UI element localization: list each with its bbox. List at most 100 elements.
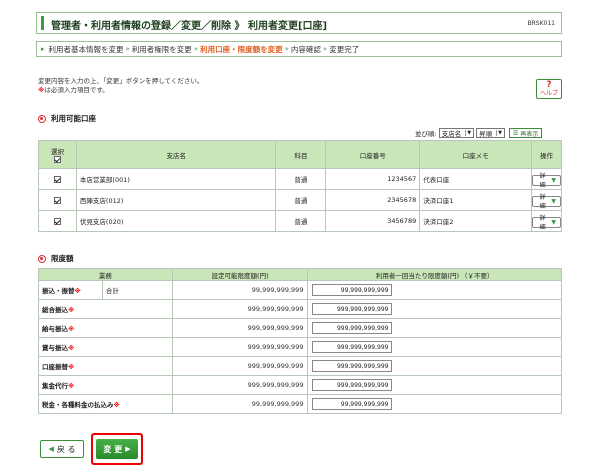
account-checkbox[interactable] [53, 175, 61, 183]
chevron-right-icon: ▶ [125, 445, 131, 453]
instruction-line: 変更内容を入力の上、「変更」ボタンを押してください。 [38, 77, 204, 85]
sort-order-select[interactable]: 昇順 ▼ [476, 128, 505, 138]
number-cell: 2345678 [325, 189, 421, 211]
number-cell: 1234567 [325, 168, 421, 190]
settable-amount: 999,999,999,999 [171, 375, 309, 395]
table-row: 口座振替※ 999,999,999,999 999,999,999,999 [38, 356, 562, 376]
table-header-row: 業務 設定可能限度額(円) 利用者一回当たり限度額(円) （￥不要） [38, 268, 562, 281]
required-mark: ※ [68, 325, 75, 333]
limits-section-title: 限度額 [38, 253, 74, 264]
detail-button[interactable]: 詳 細 ▼ [531, 194, 561, 210]
screen-id: BRSK011 [527, 20, 555, 27]
table-row: 西陣支店(012) 普通 2345678 決済口座1 詳 細 ▼ [38, 189, 563, 211]
detail-label: 詳 細 [539, 215, 546, 232]
select-all-checkbox[interactable] [53, 156, 61, 163]
limit-input[interactable]: 999,999,999,999 [312, 379, 393, 391]
step-confirm: 内容確認 [290, 44, 321, 54]
table-row: 伏見支店(020) 普通 3456789 決済口座2 詳 細 ▼ [38, 210, 563, 232]
required-mark: ※ [68, 306, 75, 314]
required-note: ※は必須入力項目です。 [38, 86, 203, 95]
limit-label: 給与振込 [42, 325, 68, 333]
sort-field-value: 支店名 [441, 130, 462, 138]
required-mark: ※ [113, 401, 120, 409]
account-checkbox[interactable] [53, 217, 61, 225]
memo-cell: 代表口座 [419, 168, 532, 190]
limit-input[interactable]: 99,999,999,999 [312, 398, 393, 410]
select-column-header: 選択 [38, 140, 77, 169]
detail-button[interactable]: 詳 細 ▼ [531, 215, 561, 231]
type-column-header: 科目 [275, 140, 327, 169]
chevron-down-icon: ▼ [551, 218, 556, 226]
number-cell: 3456789 [325, 210, 421, 232]
title-accent-bar [41, 16, 44, 30]
table-row: 振込・振替※ 合計 99,999,999,999 99,999,999,999 [38, 280, 562, 300]
business-column-header: 業務 [38, 268, 173, 281]
redisplay-button[interactable]: ☰ 再表示 [508, 128, 543, 138]
step-arrow-icon: » [125, 45, 130, 53]
limits-section-label: 限度額 [51, 254, 74, 263]
section-bullet-icon [38, 254, 46, 263]
chevron-down-icon: ▼ [551, 176, 556, 184]
type-cell: 普通 [275, 189, 327, 211]
table-header-row: 選択 支店名 科目 口座番号 口座メモ 操作 [38, 140, 563, 169]
settable-amount: 999,999,999,999 [171, 299, 309, 319]
step-basic-info: 利用者基本情報を変更 [48, 44, 124, 54]
table-row: 本店営業部(001) 普通 1234567 代表口座 詳 細 ▼ [38, 168, 563, 190]
back-label: 戻 る [56, 444, 76, 454]
chevron-down-icon: ▼ [496, 130, 502, 136]
step-arrow-icon: » [322, 45, 328, 53]
type-cell: 普通 [275, 210, 327, 232]
limit-input[interactable]: 99,999,999,999 [312, 284, 393, 296]
limit-input[interactable]: 999,999,999,999 [312, 360, 393, 372]
step-arrow-icon: » [284, 45, 289, 53]
settable-column-header: 設定可能限度額(円) [171, 268, 309, 281]
settable-amount: 99,999,999,999 [171, 394, 309, 414]
table-row: 総合振込※ 999,999,999,999 999,999,999,999 [38, 299, 562, 319]
memo-column-header: 口座メモ [419, 140, 532, 169]
detail-label: 詳 細 [539, 173, 546, 190]
limit-label: 総合振込 [42, 306, 68, 314]
branch-cell: 西陣支店(012) [75, 189, 277, 211]
required-mark: ※ [68, 382, 75, 390]
limit-label: 税金・各種料金の払込み [42, 401, 114, 409]
accounts-table: 選択 支店名 科目 口座番号 口座メモ 操作 本店営業部(001) 普通 123… [38, 140, 563, 232]
step-indicator: ▸ 利用者基本情報を変更 » 利用者権限を変更 » 利用口座・限度額を変更 » … [36, 41, 562, 57]
limit-input[interactable]: 999,999,999,999 [312, 303, 393, 315]
table-row: 集金代行※ 999,999,999,999 999,999,999,999 [38, 375, 562, 395]
limits-table: 業務 設定可能限度額(円) 利用者一回当たり限度額(円) （￥不要） 振込・振替… [38, 268, 562, 414]
branch-cell: 本店営業部(001) [75, 168, 277, 190]
sort-field-select[interactable]: 支店名 ▼ [438, 128, 475, 138]
limit-label: 賞与振込 [42, 344, 68, 352]
step-complete: 変更完了 [329, 44, 360, 54]
limit-sub-label: 合計 [101, 280, 173, 300]
required-mark: ※ [68, 363, 75, 371]
branch-column-header: 支店名 [75, 140, 277, 169]
limit-label: 口座振替 [42, 363, 68, 371]
step-arrow-icon: » [193, 45, 199, 53]
back-button[interactable]: ◀ 戻 る [40, 440, 84, 458]
limit-label: 振込・振替 [42, 287, 75, 295]
accounts-section-label: 利用可能口座 [51, 114, 96, 123]
step-accounts-limits: 利用口座・限度額を変更 [200, 44, 283, 54]
account-checkbox[interactable] [53, 196, 61, 204]
sort-controls: 並び順: 支店名 ▼ 昇順 ▼ ☰ 再表示 [415, 128, 543, 138]
help-button[interactable]: ? ヘルプ [536, 79, 562, 99]
change-label: 変 更 [103, 444, 123, 454]
required-note-text: は必須入力項目です。 [44, 86, 109, 94]
detail-button[interactable]: 詳 細 ▼ [531, 173, 561, 189]
change-button[interactable]: 変 更 ▶ [96, 439, 138, 459]
step-permissions: 利用者権限を変更 [131, 44, 192, 54]
limit-input[interactable]: 999,999,999,999 [312, 322, 393, 334]
type-cell: 普通 [275, 168, 327, 190]
limit-input[interactable]: 999,999,999,999 [312, 341, 393, 353]
number-column-header: 口座番号 [325, 140, 421, 169]
memo-cell: 決済口座1 [419, 189, 532, 211]
branch-cell: 伏見支店(020) [75, 210, 277, 232]
page-header: 管理者・利用者情報の登録／変更／削除 》 利用者変更[口座] BRSK011 [36, 12, 562, 34]
chevron-down-icon: ▼ [551, 197, 556, 205]
select-header-label: 選択 [50, 147, 64, 156]
table-row: 給与振込※ 999,999,999,999 999,999,999,999 [38, 318, 562, 338]
accounts-section-title: 利用可能口座 [38, 113, 96, 124]
settable-amount: 999,999,999,999 [171, 337, 309, 357]
help-label: ヘルプ [539, 90, 558, 97]
